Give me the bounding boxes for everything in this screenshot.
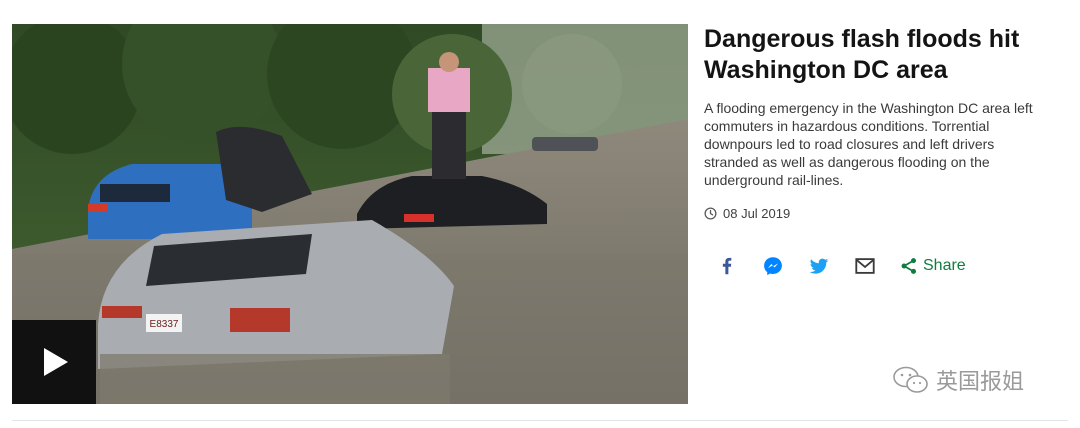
email-icon	[855, 258, 875, 274]
play-icon	[44, 348, 68, 376]
video-thumbnail[interactable]: E8337	[12, 24, 688, 404]
article-date: 08 Jul 2019	[723, 206, 791, 221]
messenger-share-button[interactable]	[762, 253, 808, 279]
facebook-icon	[722, 257, 732, 275]
watermark-text: 英国报姐	[936, 369, 1025, 394]
wechat-icon	[893, 366, 928, 393]
play-button[interactable]	[12, 320, 96, 404]
article-headline[interactable]: Dangerous flash floods hit Washington DC…	[704, 24, 1064, 86]
article-timestamp: 08 Jul 2019	[704, 206, 790, 221]
bottom-divider	[12, 420, 1068, 421]
twitter-share-button[interactable]	[808, 253, 854, 279]
share-button[interactable]: Share	[900, 257, 966, 275]
email-share-button[interactable]	[854, 253, 900, 279]
share-icon	[901, 258, 917, 274]
license-plate-text: E8337	[150, 319, 179, 330]
facebook-share-button[interactable]	[716, 253, 762, 279]
watermark: 英国报姐	[892, 364, 1024, 396]
twitter-icon	[809, 258, 829, 274]
share-label: Share	[923, 257, 966, 274]
clock-icon	[704, 207, 717, 220]
share-toolbar: Share	[716, 253, 966, 279]
messenger-icon	[764, 257, 782, 276]
flood-photo: E8337	[12, 24, 688, 404]
article-summary: A flooding emergency in the Washington D…	[704, 100, 1033, 188]
